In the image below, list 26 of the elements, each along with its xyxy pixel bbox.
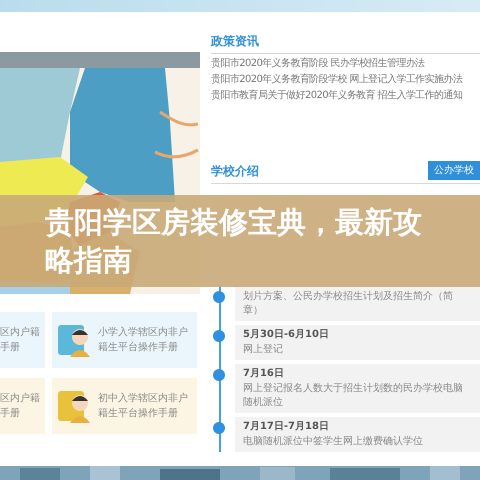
card-text: 区内户籍 [0, 326, 40, 340]
card-text: 初中入学辖区内非户籍生平台操作手册 [98, 392, 189, 421]
banner-title: 贵阳学区房装修宝典，最新攻略指南 [45, 204, 423, 279]
policy-link[interactable]: 贵阳市教育局关于做好2020年义务教育 招生入学工作的通知 [211, 89, 480, 103]
card-text: 手册 [0, 406, 20, 421]
section-heading: 政策资讯 [211, 33, 260, 50]
person-icon [58, 323, 92, 357]
guide-card[interactable]: 小学入学辖区内非户籍生平台操作手册 [52, 312, 197, 368]
timeline-date: 7月16日 [243, 367, 285, 381]
timeline-text: 网上登记报名人数大于招生计划数的民办学校电脑随机派位 [243, 382, 464, 410]
guide-card[interactable]: 区内户籍 手册 [0, 378, 45, 434]
card-text: 手册 [0, 340, 20, 355]
section-heading: 学校介绍 [211, 162, 259, 180]
timeline-text: 网上登记 [243, 343, 284, 357]
timeline-date: 5月30日-6月10日 [243, 328, 330, 342]
policy-link[interactable]: 贵阳市2020年义务教育阶段学校 网上登记入学工作实施办法 [211, 73, 480, 87]
timeline-text: 电脑随机派位中签学生网上缴费确认学位 [243, 435, 424, 449]
guide-card[interactable]: 初中入学辖区内非户籍生平台操作手册 [52, 378, 197, 434]
tab-button[interactable]: 公办学校 [428, 161, 480, 180]
card-text: 小学入学辖区内非户籍生平台操作手册 [98, 326, 189, 355]
person-icon [58, 389, 92, 423]
card-text: 区内户籍 [0, 392, 40, 406]
policy-link[interactable]: 贵阳市2020年义务教育阶段 民办学校招生管理办法 [211, 57, 480, 71]
timeline-date: 7月17日-7月18日 [243, 420, 330, 434]
timeline-text: 划片方案、公民办学校招生计划及招生简介（简章） [243, 290, 454, 318]
guide-card[interactable]: 区内户籍 手册 [0, 312, 45, 368]
